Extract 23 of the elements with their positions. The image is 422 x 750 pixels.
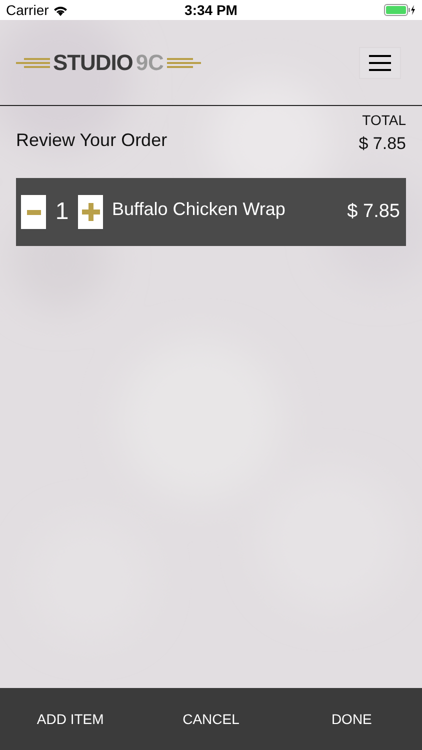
stripes-icon <box>166 56 201 70</box>
stripes-icon <box>16 56 50 70</box>
status-time: 3:34 PM <box>184 0 238 20</box>
footer-button[interactable]: DONE <box>281 688 422 750</box>
plus-icon <box>82 203 100 221</box>
carrier-name: Carrier <box>6 0 49 20</box>
logo-suffix: 9C <box>136 49 164 77</box>
logo-text: STUDIO <box>53 49 133 77</box>
minus-icon <box>26 210 40 214</box>
total-amount: $ 7.85 <box>358 132 406 154</box>
decrease-button[interactable] <box>21 195 46 229</box>
menu-icon <box>369 54 391 70</box>
wifi-icon <box>52 4 68 16</box>
increase-button[interactable] <box>78 195 103 229</box>
footer-button[interactable]: ADD ITEM <box>0 688 141 750</box>
page-title: Review Your Order <box>16 129 168 152</box>
menu-button[interactable] <box>359 46 401 78</box>
battery-icon <box>384 4 416 16</box>
quantity: 1 <box>54 197 70 227</box>
total-label: TOTAL <box>362 110 406 130</box>
footer-button[interactable]: CANCEL <box>140 688 282 750</box>
item-price: $ 7.85 <box>347 200 400 224</box>
item-name: Buffalo Chicken Wrap <box>112 198 286 221</box>
